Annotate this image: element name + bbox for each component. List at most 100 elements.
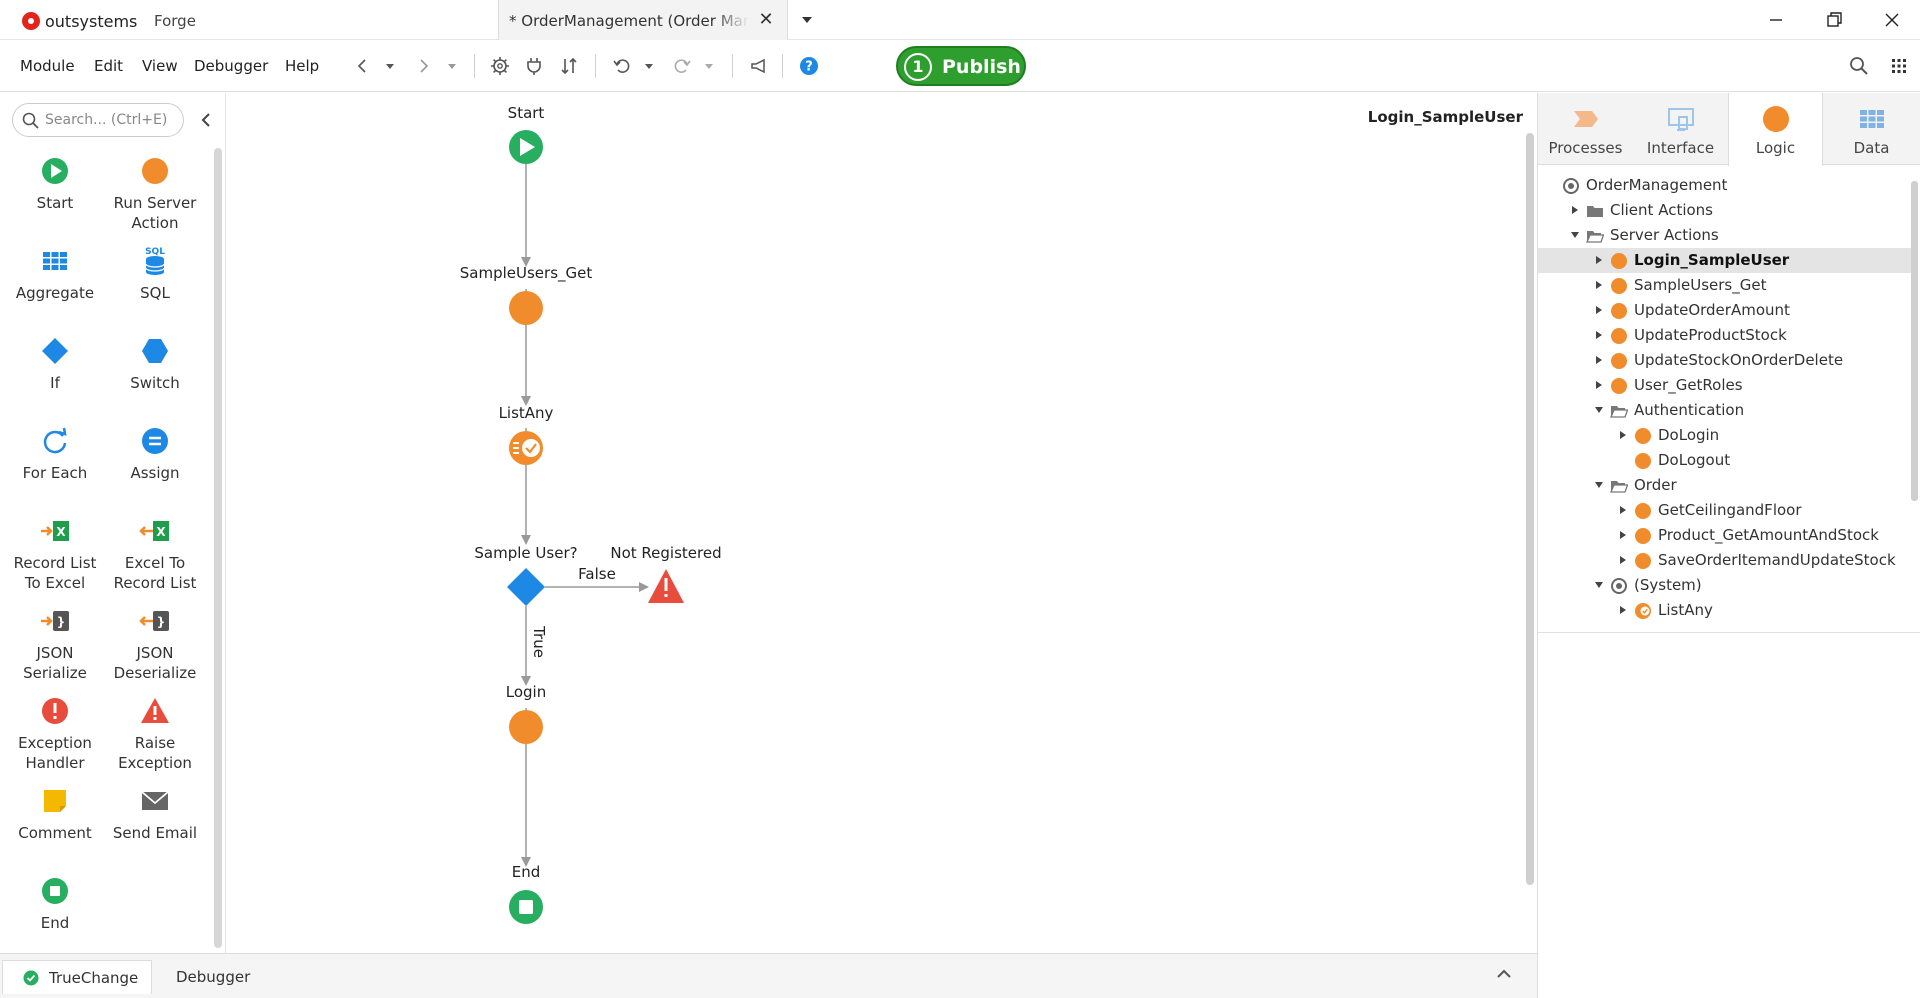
outsystems-logo[interactable]: outsystems: [22, 10, 137, 32]
toolbox-json-deserialize[interactable]: } JSON Deserialize: [100, 605, 210, 683]
toolbox-comment[interactable]: Comment: [0, 785, 110, 843]
collapsed-arrow-icon[interactable]: [1618, 555, 1628, 565]
tree-item[interactable]: SaveOrderItemandUpdateStock: [1538, 548, 1913, 573]
collapsed-arrow-icon[interactable]: [1594, 380, 1604, 390]
menu-help[interactable]: Help: [285, 57, 319, 75]
toolbox-record-list-to-excel[interactable]: X Record List To Excel: [0, 515, 110, 593]
tree-item[interactable]: SampleUsers_Get: [1538, 273, 1913, 298]
tree-scrollbar[interactable]: [1911, 181, 1918, 501]
collapsed-arrow-icon[interactable]: [1594, 305, 1604, 315]
tree-item[interactable]: Authentication: [1538, 398, 1913, 423]
menu-view[interactable]: View: [142, 57, 178, 75]
collapsed-arrow-icon[interactable]: [1618, 605, 1628, 615]
tree-item[interactable]: OrderManagement: [1538, 173, 1913, 198]
toolbox-sql[interactable]: SQL SQL: [100, 245, 210, 303]
collapsed-arrow-icon[interactable]: [1618, 430, 1628, 440]
redo-dropdown-icon[interactable]: [701, 55, 717, 77]
listany-node[interactable]: [509, 431, 543, 465]
toolbox-excel-to-record-list[interactable]: X Excel To Record List: [100, 515, 210, 593]
tree-item[interactable]: UpdateOrderAmount: [1538, 298, 1913, 323]
toolbox-send-email[interactable]: Send Email: [100, 785, 210, 843]
collapsed-arrow-icon[interactable]: [1618, 530, 1628, 540]
collapsed-arrow-icon[interactable]: [1594, 280, 1604, 290]
menu-debugger[interactable]: Debugger: [194, 57, 268, 75]
tree-item[interactable]: GetCeilingandFloor: [1538, 498, 1913, 523]
tree-item[interactable]: Client Actions: [1538, 198, 1913, 223]
undo-icon[interactable]: [611, 55, 633, 77]
menu-edit[interactable]: Edit: [94, 57, 123, 75]
chevron-up-icon[interactable]: [1494, 966, 1514, 982]
toolbox-end[interactable]: End: [0, 875, 110, 933]
expanded-arrow-icon[interactable]: [1594, 580, 1604, 590]
tree-item[interactable]: Order: [1538, 473, 1913, 498]
tree-item[interactable]: User_GetRoles: [1538, 373, 1913, 398]
tab-interface[interactable]: Interface: [1633, 93, 1728, 165]
toolbox-scrollbar[interactable]: [214, 148, 222, 948]
toolbox-run-server-action[interactable]: Run Server Action: [100, 155, 210, 233]
sample-user-if-node[interactable]: [507, 568, 545, 606]
toolbox-json-serialize[interactable]: } JSON Serialize: [0, 605, 110, 683]
search-icon[interactable]: [1848, 55, 1870, 77]
expanded-arrow-icon[interactable]: [1594, 405, 1604, 415]
forward-icon[interactable]: [412, 55, 434, 77]
tree-item[interactable]: ListAny: [1538, 598, 1913, 623]
start-node[interactable]: [509, 130, 543, 164]
toolbox-switch[interactable]: Switch: [100, 335, 210, 393]
forge-link[interactable]: Forge: [154, 12, 196, 30]
minimize-icon[interactable]: [1756, 4, 1796, 36]
compare-merge-icon[interactable]: [558, 55, 580, 77]
collapsed-arrow-icon[interactable]: [1618, 505, 1628, 515]
apps-grid-icon[interactable]: [1888, 55, 1910, 77]
tree-item[interactable]: DoLogin: [1538, 423, 1913, 448]
tree-item[interactable]: Server Actions: [1538, 223, 1913, 248]
toolbox-exception-handler[interactable]: Exception Handler: [0, 695, 110, 773]
plugin-icon[interactable]: [523, 55, 545, 77]
announce-megaphone-icon[interactable]: [748, 55, 770, 77]
undo-dropdown-icon[interactable]: [641, 55, 657, 77]
tab-logic[interactable]: Logic: [1728, 93, 1823, 166]
canvas-scrollbar[interactable]: [1526, 133, 1534, 885]
flow-canvas[interactable]: Login_SampleUser Start SampleUsers_Get L…: [227, 93, 1537, 953]
toolbox-raise-exception[interactable]: Raise Exception: [100, 695, 210, 773]
forward-dropdown-icon[interactable]: [444, 55, 460, 77]
publish-button[interactable]: 1 Publish: [896, 46, 1026, 86]
toolbox-if[interactable]: If: [0, 335, 110, 393]
tree-item[interactable]: DoLogout: [1538, 448, 1913, 473]
login-node[interactable]: [509, 710, 543, 744]
collapsed-arrow-icon[interactable]: [1594, 255, 1604, 265]
toolbox-aggregate[interactable]: Aggregate: [0, 245, 110, 303]
module-tab[interactable]: * OrderManagement (Order Management) ✕: [498, 0, 788, 40]
close-tab-icon[interactable]: ✕: [755, 9, 777, 31]
collapsed-arrow-icon[interactable]: [1570, 205, 1580, 215]
help-icon[interactable]: ?: [798, 55, 820, 77]
end-node[interactable]: [509, 890, 543, 924]
menu-module[interactable]: Module: [20, 57, 75, 75]
tree-item[interactable]: UpdateStockOnOrderDelete: [1538, 348, 1913, 373]
tab-data[interactable]: Data: [1824, 93, 1919, 165]
toolbox-for-each[interactable]: For Each: [0, 425, 110, 483]
back-icon[interactable]: [352, 55, 374, 77]
collapse-toolbox-icon[interactable]: [198, 111, 214, 129]
not-registered-raise-exception-node[interactable]: [648, 569, 684, 603]
tree-item[interactable]: UpdateProductStock: [1538, 323, 1913, 348]
tab-debugger[interactable]: Debugger: [158, 960, 268, 994]
sampleusers-get-node[interactable]: [509, 291, 543, 325]
tab-truechange[interactable]: TrueChange: [2, 960, 152, 994]
restore-icon[interactable]: [1814, 4, 1854, 36]
tree-item[interactable]: (System): [1538, 573, 1913, 598]
toolbox-search[interactable]: Search... (Ctrl+E): [12, 103, 184, 137]
tabs-dropdown-icon[interactable]: [798, 11, 816, 29]
close-window-icon[interactable]: [1872, 4, 1912, 36]
collapsed-arrow-icon[interactable]: [1594, 330, 1604, 340]
tree-item[interactable]: Product_GetAmountAndStock: [1538, 523, 1913, 548]
toolbox-assign[interactable]: Assign: [100, 425, 210, 483]
tree-item[interactable]: Login_SampleUser: [1538, 248, 1913, 273]
settings-gear-icon[interactable]: [489, 55, 511, 77]
toolbox-start[interactable]: Start: [0, 155, 110, 213]
expanded-arrow-icon[interactable]: [1594, 480, 1604, 490]
collapsed-arrow-icon[interactable]: [1594, 355, 1604, 365]
expanded-arrow-icon[interactable]: [1570, 230, 1580, 240]
back-dropdown-icon[interactable]: [382, 55, 398, 77]
tab-processes[interactable]: Processes: [1538, 93, 1633, 165]
redo-icon[interactable]: [671, 55, 693, 77]
